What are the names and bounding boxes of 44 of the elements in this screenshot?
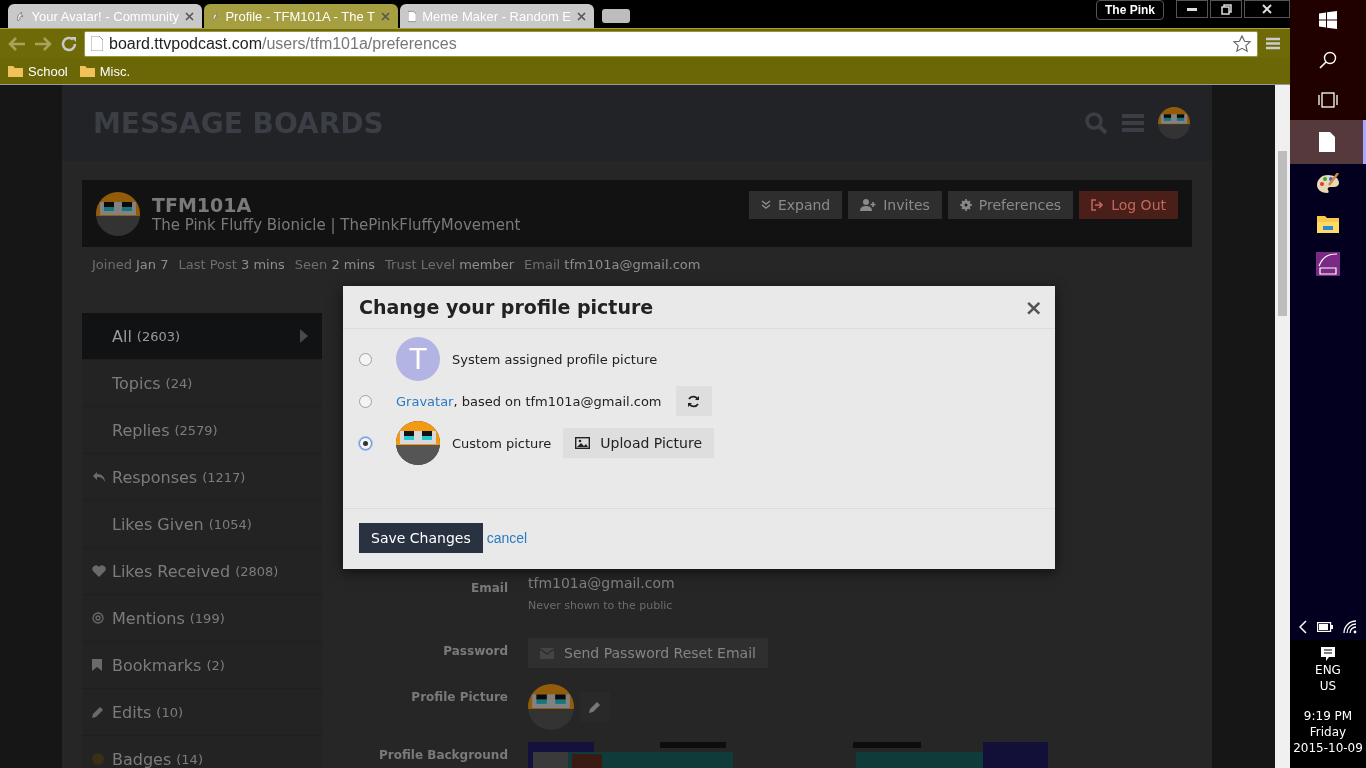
username: TFM101A <box>152 193 253 216</box>
cancel-link[interactable]: cancel <box>486 530 528 546</box>
profile-name[interactable]: The Pink <box>1096 0 1164 20</box>
profile-button[interactable]: Expand <box>748 191 843 219</box>
stat-value: 2 mins <box>331 257 376 272</box>
gravatar-link[interactable]: Gravatar <box>396 393 454 409</box>
upload-button[interactable]: Upload Picture <box>563 428 714 458</box>
profile-button[interactable]: Invites <box>848 191 942 219</box>
clock-time[interactable]: 9:19 PM <box>1303 708 1353 724</box>
field-label: Password <box>442 643 508 660</box>
stat-label: Email <box>524 257 561 272</box>
stat-label: Seen <box>294 257 328 272</box>
field-label: Profile Picture <box>410 689 508 706</box>
dialog-title: Change your profile picture <box>359 296 655 318</box>
stat-label: Last Post <box>178 257 237 272</box>
stat-value: member <box>459 257 515 272</box>
field-label: Email <box>469 580 508 597</box>
profile-button[interactable]: Preferences <box>947 191 1074 219</box>
bookmark-folder[interactable]: Misc. <box>79 63 131 79</box>
clock-date[interactable]: 2015-10-09 <box>1293 740 1363 756</box>
bookmark-folder[interactable]: School <box>8 63 68 79</box>
stat-label: Joined <box>92 257 132 272</box>
language-indicator[interactable]: ENG <box>1315 662 1341 678</box>
stat-value: 3 mins <box>241 257 285 272</box>
option-label: System assigned profile picture <box>452 351 658 367</box>
stat-value: Jan 7 <box>136 257 169 272</box>
letter-avatar: T <box>396 337 440 381</box>
option-label: Custom picture <box>452 435 552 451</box>
browser-tab[interactable]: Profile - TFM101A - The T <box>204 4 398 28</box>
user-title: The Pink Fluffy Bionicle | ThePinkFluffyMovement <box>152 215 522 234</box>
save-button[interactable]: Save Changes <box>359 523 483 553</box>
clock-day[interactable]: Friday <box>1309 724 1347 740</box>
address-bar[interactable]: board.ttvpodcast.com/users/tfm101a/preferences <box>84 30 1258 57</box>
stat-value: tfm101a@gmail.com <box>564 257 701 272</box>
email-value: tfm101a@gmail.com <box>528 575 675 591</box>
region-indicator[interactable]: US <box>1319 678 1337 694</box>
field-label: Profile Background <box>377 747 508 764</box>
stat-label: Trust Level <box>385 257 456 272</box>
profile-button[interactable]: Log Out <box>1079 191 1178 219</box>
reset-password-button[interactable]: Send Password Reset Email <box>528 638 768 668</box>
hint-text: Never shown to the public <box>528 599 674 612</box>
option-label: Gravatar, based on tfm101a@gmail.com <box>396 393 662 409</box>
sidebar-item[interactable]: All (2603) <box>82 313 322 360</box>
close-button[interactable]: × <box>1024 294 1043 320</box>
